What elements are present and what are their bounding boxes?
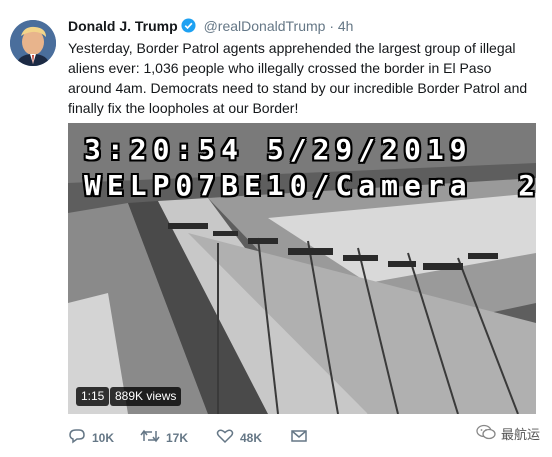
separator-dot: · bbox=[329, 18, 334, 34]
reply-icon bbox=[68, 428, 92, 447]
surveillance-footage bbox=[68, 123, 536, 414]
like-count: 48K bbox=[240, 430, 263, 445]
video-duration: 1:15 bbox=[76, 387, 110, 406]
envelope-icon bbox=[290, 428, 314, 447]
tweet-header: Donald J. Trump @realDonaldTrump · 4h bbox=[68, 18, 353, 36]
avatar[interactable] bbox=[10, 20, 56, 66]
retweet-count: 17K bbox=[166, 430, 189, 445]
video-timestamp-overlay: 3:20:54 5/29/2019 bbox=[84, 133, 473, 166]
video-player[interactable]: 3:20:54 5/29/2019 WELP07BE10/Camera 2 1:… bbox=[68, 123, 536, 414]
wechat-icon bbox=[476, 424, 501, 443]
verified-badge-icon bbox=[181, 18, 196, 36]
watermark: 最航运 bbox=[476, 424, 540, 443]
tweet-timestamp[interactable]: 4h bbox=[338, 18, 354, 34]
tweet-card[interactable]: Donald J. Trump @realDonaldTrump · 4h Ye… bbox=[0, 0, 552, 457]
like-button[interactable]: 48K bbox=[216, 428, 262, 447]
heart-icon bbox=[216, 428, 240, 447]
video-camera-overlay: WELP07BE10/Camera 2 bbox=[84, 169, 536, 202]
retweet-button[interactable]: 17K bbox=[140, 428, 188, 447]
author-name[interactable]: Donald J. Trump bbox=[68, 18, 178, 34]
retweet-icon bbox=[140, 428, 166, 447]
reply-button[interactable]: 10K bbox=[68, 428, 114, 447]
video-views: 889K views bbox=[110, 387, 182, 406]
direct-message-button[interactable] bbox=[290, 428, 314, 447]
reply-count: 10K bbox=[92, 430, 115, 445]
watermark-text: 最航运 bbox=[500, 427, 540, 442]
tweet-text: Yesterday, Border Patrol agents apprehen… bbox=[68, 40, 528, 116]
author-handle[interactable]: @realDonaldTrump bbox=[204, 18, 326, 34]
